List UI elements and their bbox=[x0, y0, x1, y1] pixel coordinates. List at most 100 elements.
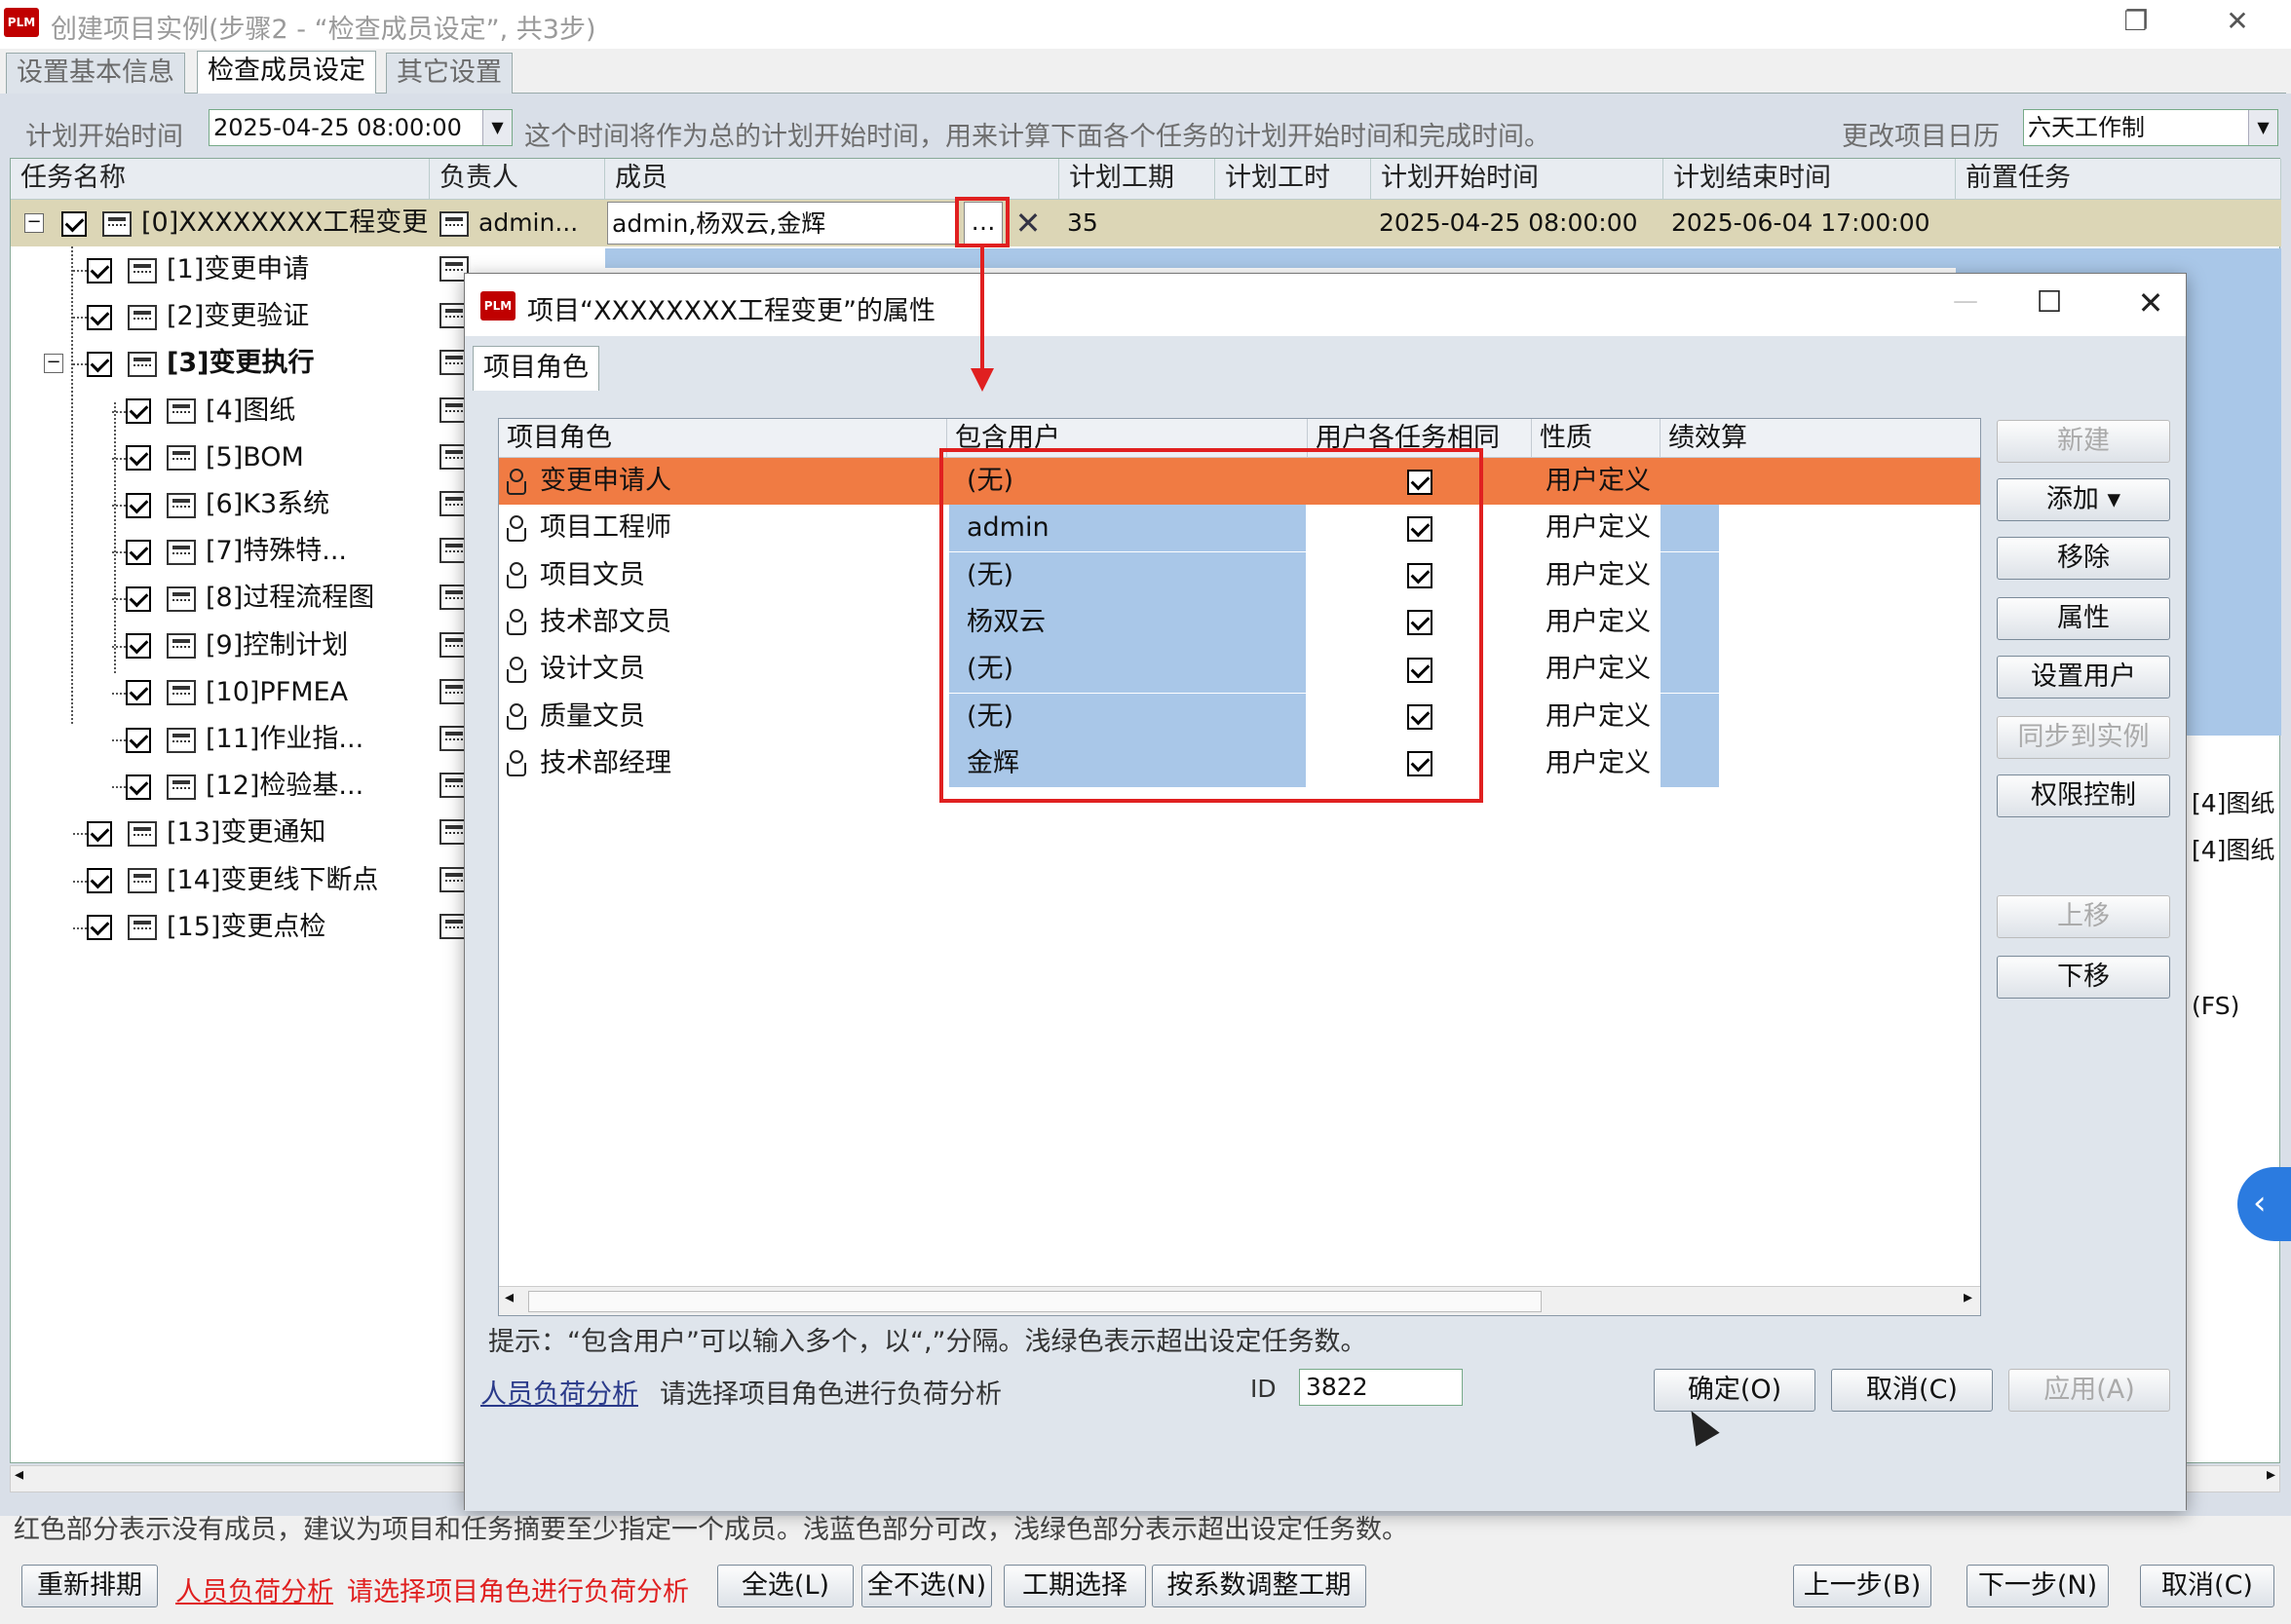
set-user-button[interactable]: 设置用户 bbox=[1997, 656, 2170, 699]
select-none-button[interactable]: 全不选(N) bbox=[861, 1565, 992, 1607]
move-up-button[interactable]: 上移 bbox=[1997, 895, 2170, 938]
table-row-root[interactable]: − [0]XXXXXXXX工程变更 admin... admin,杨双云,金辉 … bbox=[11, 200, 2281, 246]
sync-to-instance-button[interactable]: 同步到实例 bbox=[1997, 716, 2170, 759]
performance-editable[interactable] bbox=[1661, 505, 1719, 552]
move-down-button[interactable]: 下移 bbox=[1997, 956, 2170, 999]
role-name-cell[interactable]: 项目工程师 bbox=[499, 505, 947, 551]
performance-editable[interactable] bbox=[1661, 551, 1719, 599]
scroll-left-icon[interactable]: ◂ bbox=[505, 1287, 514, 1307]
new-role-button[interactable]: 新建 bbox=[1997, 420, 2170, 463]
restore-icon[interactable]: ❐ bbox=[2097, 0, 2175, 45]
task-item[interactable]: [7]特殊特... bbox=[126, 528, 347, 575]
role-name-cell[interactable]: 设计文员 bbox=[499, 646, 947, 693]
tab-other-settings[interactable]: 其它设置 bbox=[386, 53, 513, 94]
root-owner-cell[interactable]: admin... bbox=[439, 202, 595, 245]
scroll-thumb[interactable] bbox=[528, 1291, 1542, 1312]
adjust-by-coef-button[interactable]: 按系数调整工期 bbox=[1152, 1565, 1366, 1607]
roles-horizontal-scrollbar[interactable]: ◂ ▸ bbox=[499, 1286, 1980, 1315]
checkbox[interactable] bbox=[126, 633, 151, 660]
task-item[interactable]: [12]检验基... bbox=[126, 763, 363, 810]
dialog-close-icon[interactable]: ✕ bbox=[2112, 282, 2190, 326]
checkbox[interactable] bbox=[87, 868, 112, 894]
permission-control-button[interactable]: 权限控制 bbox=[1997, 774, 2170, 817]
performance-editable[interactable] bbox=[1661, 739, 1719, 787]
collapse-icon[interactable]: − bbox=[24, 213, 44, 233]
col-performance[interactable]: 绩效算 bbox=[1661, 419, 1980, 458]
task-item[interactable]: [6]K3系统 bbox=[126, 481, 329, 528]
role-name-cell[interactable]: 项目文员 bbox=[499, 552, 947, 599]
duration-select-button[interactable]: 工期选择 bbox=[1004, 1565, 1146, 1607]
clear-icon[interactable]: ✕ bbox=[1009, 202, 1048, 245]
row1-members-cell[interactable] bbox=[605, 248, 1059, 268]
ok-button[interactable]: 确定(O) bbox=[1654, 1369, 1815, 1412]
checkbox[interactable] bbox=[126, 680, 151, 706]
id-field[interactable]: 3822 bbox=[1299, 1369, 1463, 1406]
role-name-cell[interactable]: 技术部文员 bbox=[499, 599, 947, 646]
col-members[interactable]: 成员 bbox=[605, 159, 1059, 200]
dialog-cancel-button[interactable]: 取消(C) bbox=[1831, 1369, 1993, 1412]
col-hours[interactable]: 计划工时 bbox=[1215, 159, 1371, 200]
performance-editable[interactable] bbox=[1661, 598, 1719, 646]
add-role-button[interactable]: 添加 ▾ bbox=[1997, 478, 2170, 521]
checkbox[interactable] bbox=[87, 820, 112, 847]
performance-editable[interactable] bbox=[1661, 458, 1719, 505]
col-end[interactable]: 计划结束时间 bbox=[1663, 159, 1956, 200]
plan-start-input[interactable]: 2025-04-25 08:00:00 ▼ bbox=[209, 109, 513, 146]
collapse-icon[interactable]: − bbox=[44, 354, 63, 374]
task-item[interactable]: [15]变更点检 bbox=[87, 904, 325, 951]
col-duration[interactable]: 计划工期 bbox=[1059, 159, 1215, 200]
task-item[interactable]: [2]变更验证 bbox=[87, 293, 309, 340]
remove-role-button[interactable]: 移除 bbox=[1997, 537, 2170, 580]
next-step-button[interactable]: 下一步(N) bbox=[1966, 1565, 2109, 1607]
task-item[interactable]: [3]变更执行 bbox=[87, 340, 314, 387]
calendar-select[interactable]: 六天工作制 ▼ bbox=[2023, 109, 2278, 146]
scroll-right-icon[interactable]: ▸ bbox=[1964, 1287, 1972, 1307]
root-duration[interactable]: 35 bbox=[1067, 202, 1203, 245]
checkbox[interactable] bbox=[126, 445, 151, 472]
col-role[interactable]: 项目角色 bbox=[499, 419, 947, 458]
reschedule-button[interactable]: 重新排期 bbox=[21, 1565, 158, 1607]
task-item[interactable]: [9]控制计划 bbox=[126, 623, 348, 669]
dialog-load-analysis-link[interactable]: 人员负荷分析 bbox=[480, 1373, 638, 1411]
checkbox[interactable] bbox=[126, 398, 151, 425]
checkbox[interactable] bbox=[87, 257, 112, 283]
task-item[interactable]: [1]变更申请 bbox=[87, 246, 309, 293]
performance-editable[interactable] bbox=[1661, 693, 1719, 740]
checkbox[interactable] bbox=[126, 585, 151, 612]
task-item[interactable]: [14]变更线下断点 bbox=[87, 857, 378, 904]
col-predecessor[interactable]: 前置任务 bbox=[1956, 159, 2281, 200]
minimize-icon[interactable]: — bbox=[1927, 280, 2005, 324]
role-name-cell[interactable]: 质量文员 bbox=[499, 694, 947, 740]
role-name-cell[interactable]: 变更申请人 bbox=[499, 458, 947, 505]
checkbox[interactable] bbox=[87, 915, 112, 941]
task-item[interactable]: [10]PFMEA bbox=[126, 669, 348, 716]
task-item[interactable]: [8]过程流程图 bbox=[126, 575, 374, 622]
checkbox[interactable] bbox=[126, 727, 151, 753]
apply-button[interactable]: 应用(A) bbox=[2008, 1369, 2170, 1412]
checkbox[interactable] bbox=[87, 351, 112, 377]
cancel-wizard-button[interactable]: 取消(C) bbox=[2140, 1565, 2274, 1607]
load-analysis-link[interactable]: 人员负荷分析 bbox=[175, 1570, 333, 1608]
tab-basic-info[interactable]: 设置基本信息 bbox=[6, 53, 185, 94]
col-nature[interactable]: 性质 bbox=[1532, 419, 1661, 458]
select-all-button[interactable]: 全选(L) bbox=[717, 1565, 854, 1607]
root-end[interactable]: 2025-06-04 17:00:00 bbox=[1671, 202, 1944, 245]
task-item[interactable]: [4]图纸 bbox=[126, 388, 295, 434]
col-start[interactable]: 计划开始时间 bbox=[1371, 159, 1663, 200]
root-members-input[interactable]: admin,杨双云,金辉 bbox=[607, 202, 958, 245]
checkbox[interactable] bbox=[87, 304, 112, 330]
tab-member-check[interactable]: 检查成员设定 bbox=[197, 51, 376, 95]
close-icon[interactable]: ✕ bbox=[2198, 0, 2276, 45]
checkbox[interactable] bbox=[126, 492, 151, 518]
scroll-right-icon[interactable]: ▸ bbox=[2267, 1464, 2275, 1485]
checkbox[interactable] bbox=[61, 210, 87, 237]
tab-project-roles[interactable]: 项目角色 bbox=[473, 346, 599, 391]
root-start[interactable]: 2025-04-25 08:00:00 bbox=[1379, 202, 1652, 245]
col-owner[interactable]: 负责人 bbox=[430, 159, 605, 200]
task-item[interactable]: [11]作业指... bbox=[126, 716, 363, 763]
checkbox[interactable] bbox=[126, 774, 151, 800]
task-root[interactable]: [0]XXXXXXXX工程变更 bbox=[61, 200, 428, 246]
prev-step-button[interactable]: 上一步(B) bbox=[1793, 1565, 1931, 1607]
role-properties-button[interactable]: 属性 bbox=[1997, 597, 2170, 640]
checkbox[interactable] bbox=[126, 539, 151, 565]
